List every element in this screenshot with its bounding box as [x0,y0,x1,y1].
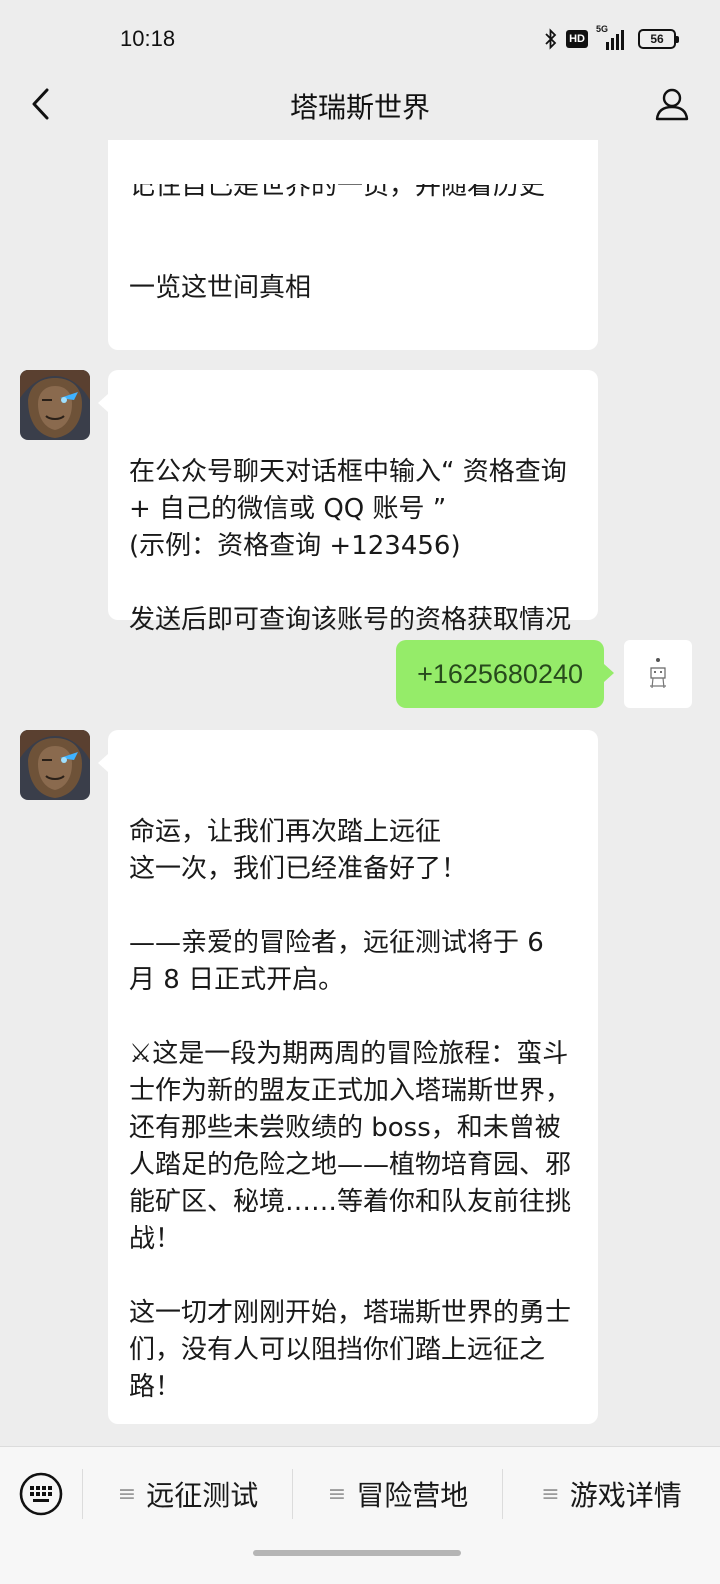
menu-lines-icon: ≡ [117,1481,137,1507]
battery-level: 56 [650,32,664,46]
lion-warrior-avatar-icon [20,730,90,800]
profile-button[interactable] [650,82,694,126]
official-account-avatar[interactable] [20,370,90,440]
message-bubble-incoming[interactable]: 记住自己是世界的一员，并随着历史 一览这世间真相 ——亲爱的冒险者，欢迎来到《塔… [108,140,598,451]
message-partial-line: 记住自己是世界的一员，并随着历史 [129,184,546,200]
page-title: 塔瑞斯世界 [289,91,430,124]
battery-icon: 56 [638,29,679,49]
message-bubble-outgoing[interactable]: +1625680240 [396,640,614,708]
keyboard-icon[interactable] [18,1471,64,1517]
message-bubble-incoming[interactable]: 在公众号聊天对话框中输入“ 资格查询 + 自己的微信或 QQ 账号 ” (示例：… [98,370,598,635]
chat-area[interactable]: 记住自己是世界的一员，并随着历史 一览这世间真相 ——亲爱的冒险者，欢迎来到《塔… [0,140,720,1446]
person-icon [655,88,689,121]
menu-item-game-details[interactable]: ≡ 游戏详情 [503,1471,720,1517]
bluetooth-icon [545,28,557,50]
nav-bar: 塔瑞斯世界 [0,68,720,140]
official-account-avatar[interactable] [20,730,90,800]
sketch-figure-avatar-icon [650,658,666,689]
self-avatar[interactable] [624,640,692,708]
home-indicator[interactable] [253,1550,461,1556]
message-text: 在公众号聊天对话框中输入“ 资格查询 + 自己的微信或 QQ 账号 ” (示例：… [129,457,572,635]
message-bubble-incoming[interactable]: 命运，让我们再次踏上远征 这一次，我们已经准备好了！ ——亲爱的冒险者，远征测试… [98,730,598,1424]
menu-item-label: 冒险营地 [356,1479,469,1512]
signal-bars [606,30,624,50]
signal-icon: 5G [596,24,630,50]
status-icons: HD 5G 56 [544,24,679,52]
menu-item-label: 游戏详情 [569,1479,682,1512]
message-text: +1625680240 [417,659,583,689]
status-time: 10:18 [120,26,176,51]
menu-lines-icon: ≡ [327,1481,347,1507]
hd-badge: HD [566,30,588,48]
menu-item-expedition-test[interactable]: ≡ 远征测试 [83,1471,293,1517]
bottom-menu: ≡ 远征测试 ≡ 冒险营地 ≡ 游戏详情 [0,1446,720,1584]
lion-warrior-avatar-icon [20,370,90,440]
menu-item-adventure-camp[interactable]: ≡ 冒险营地 [293,1471,503,1517]
message-text: 命运，让我们再次踏上远征 这一次，我们已经准备好了！ ——亲爱的冒险者，远征测试… [129,817,572,1402]
menu-lines-icon: ≡ [541,1481,560,1507]
menu-item-label: 远征测试 [146,1479,259,1512]
